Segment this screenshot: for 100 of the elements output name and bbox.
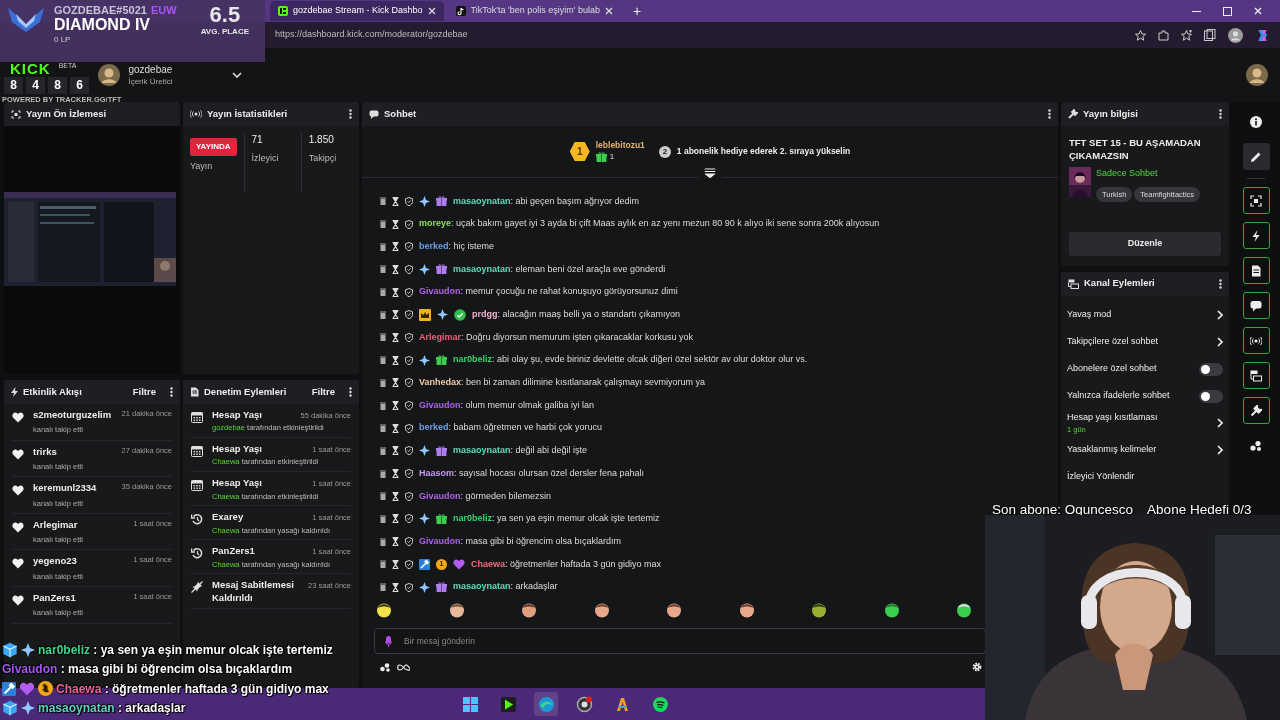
- hourglass-icon[interactable]: [392, 242, 399, 252]
- hourglass-icon[interactable]: [392, 559, 399, 569]
- address-field[interactable]: https://dashboard.kick.com/moderator/gozdebae: [275, 28, 468, 42]
- trash-icon[interactable]: [380, 514, 386, 523]
- shield-icon[interactable]: [405, 537, 413, 547]
- maximize-icon[interactable]: [1223, 6, 1232, 16]
- dots-icon[interactable]: [380, 662, 391, 672]
- follower-name[interactable]: trirks: [33, 445, 113, 458]
- broadcast-button[interactable]: [1242, 327, 1270, 354]
- follower-name[interactable]: PanZers1: [33, 591, 125, 605]
- setting-row[interactable]: Yasaklanmış kelimeler: [1061, 436, 1229, 464]
- follower-name[interactable]: Arlegimar: [33, 518, 125, 532]
- channel-button[interactable]: [1242, 362, 1270, 389]
- hourglass-icon[interactable]: [392, 514, 399, 524]
- hourglass-icon[interactable]: [392, 582, 399, 592]
- hourglass-icon[interactable]: [392, 469, 399, 479]
- emote-icon[interactable]: [956, 602, 972, 619]
- hourglass-icon[interactable]: [392, 196, 399, 206]
- message-input[interactable]: Bir mesaj gönderin: [402, 634, 975, 649]
- emote-icon[interactable]: [448, 602, 465, 619]
- more-icon[interactable]: [1048, 109, 1051, 119]
- star-icon[interactable]: [1135, 29, 1146, 41]
- edit-button[interactable]: Düzenle: [1069, 232, 1221, 256]
- shield-icon[interactable]: [405, 559, 413, 569]
- preview-button[interactable]: [1242, 187, 1270, 214]
- profile-avatar[interactable]: [1246, 64, 1268, 86]
- microphone-icon[interactable]: [385, 635, 392, 647]
- document-button[interactable]: [1242, 257, 1270, 284]
- trash-icon[interactable]: [380, 265, 386, 274]
- emote-icon[interactable]: [376, 602, 392, 619]
- shield-icon[interactable]: [405, 378, 413, 388]
- trash-icon[interactable]: [380, 356, 386, 365]
- chat-button[interactable]: [1242, 292, 1270, 319]
- filter-button[interactable]: Filtre: [132, 384, 156, 400]
- trash-icon[interactable]: [380, 310, 386, 319]
- hourglass-icon[interactable]: [392, 423, 399, 433]
- toggle-switch[interactable]: [1199, 389, 1223, 403]
- hourglass-icon[interactable]: [392, 355, 399, 365]
- close-icon[interactable]: [427, 7, 436, 15]
- hourglass-icon[interactable]: [392, 378, 399, 388]
- trash-icon[interactable]: [380, 492, 386, 501]
- trash-icon[interactable]: [380, 333, 386, 342]
- shield-icon[interactable]: [405, 355, 413, 365]
- settings-icon[interactable]: [972, 662, 982, 673]
- follower-name[interactable]: s2meoturguzelim: [33, 409, 113, 422]
- hourglass-icon[interactable]: [392, 491, 399, 501]
- collections-icon[interactable]: [1204, 29, 1216, 41]
- close-icon[interactable]: [604, 7, 613, 15]
- hourglass-icon[interactable]: [392, 446, 399, 456]
- emote-icon[interactable]: [738, 602, 755, 619]
- setting-row[interactable]: Takipçilere özel sohbet: [1061, 328, 1229, 356]
- trash-icon[interactable]: [380, 583, 386, 592]
- message-field[interactable]: Bir mesaj gönderin: [374, 628, 986, 655]
- shield-icon[interactable]: [405, 264, 413, 274]
- browser-tab[interactable]: gozdebae Stream - Kick Dashbo: [270, 1, 444, 21]
- favorites-icon[interactable]: [1181, 29, 1192, 41]
- shield-icon[interactable]: [405, 401, 413, 411]
- hourglass-icon[interactable]: [392, 310, 399, 320]
- toggle-switch[interactable]: [1199, 362, 1223, 376]
- trash-icon[interactable]: [380, 242, 386, 251]
- bolt-button[interactable]: [1242, 222, 1270, 249]
- more-icon[interactable]: [349, 109, 352, 119]
- hourglass-icon[interactable]: [392, 264, 399, 274]
- emote-icon[interactable]: [883, 602, 900, 619]
- hourglass-icon[interactable]: [392, 287, 399, 297]
- emote-icon[interactable]: [593, 602, 610, 619]
- shield-icon[interactable]: [405, 287, 413, 297]
- shield-icon[interactable]: [405, 582, 413, 592]
- trash-icon[interactable]: [380, 378, 386, 387]
- pencil-button[interactable]: [1242, 143, 1270, 170]
- follower-name[interactable]: keremunl2334: [33, 482, 113, 495]
- emote-icon[interactable]: [666, 602, 682, 619]
- shield-icon[interactable]: [405, 332, 413, 342]
- more-icon[interactable]: [1219, 278, 1222, 289]
- hourglass-icon[interactable]: [392, 401, 399, 411]
- dropdown-icon[interactable]: [232, 72, 243, 78]
- shield-icon[interactable]: [405, 446, 413, 456]
- shield-icon[interactable]: [405, 242, 413, 252]
- setting-row[interactable]: İzleyici Yönlendir: [1061, 463, 1229, 491]
- copilot-icon[interactable]: [1255, 27, 1270, 43]
- shield-icon[interactable]: [405, 219, 413, 229]
- browser-tab[interactable]: TikTok'ta 'ben polis eşiyim' bulab: [447, 1, 621, 21]
- new-tab-button[interactable]: +: [624, 4, 650, 18]
- trash-icon[interactable]: [380, 424, 386, 433]
- shield-icon[interactable]: [405, 514, 413, 524]
- close-icon[interactable]: [1254, 6, 1262, 15]
- shield-icon[interactable]: [405, 196, 413, 206]
- category-link[interactable]: Sadece Sohbet: [1096, 166, 1203, 181]
- browser-button[interactable]: [534, 692, 558, 716]
- emote-icon[interactable]: [521, 602, 537, 619]
- shield-icon[interactable]: [405, 469, 413, 479]
- trash-icon[interactable]: [380, 220, 386, 229]
- trash-icon[interactable]: [380, 401, 386, 410]
- trash-icon[interactable]: [380, 560, 386, 569]
- chevron-icon[interactable]: [1217, 337, 1223, 348]
- kick-logo[interactable]: KICK: [10, 61, 51, 76]
- wrench-button[interactable]: [1242, 397, 1270, 424]
- hourglass-icon[interactable]: [392, 219, 399, 229]
- gifter-name[interactable]: leblebitozu1: [595, 140, 645, 151]
- setting-row[interactable]: Yavaş mod: [1061, 301, 1229, 329]
